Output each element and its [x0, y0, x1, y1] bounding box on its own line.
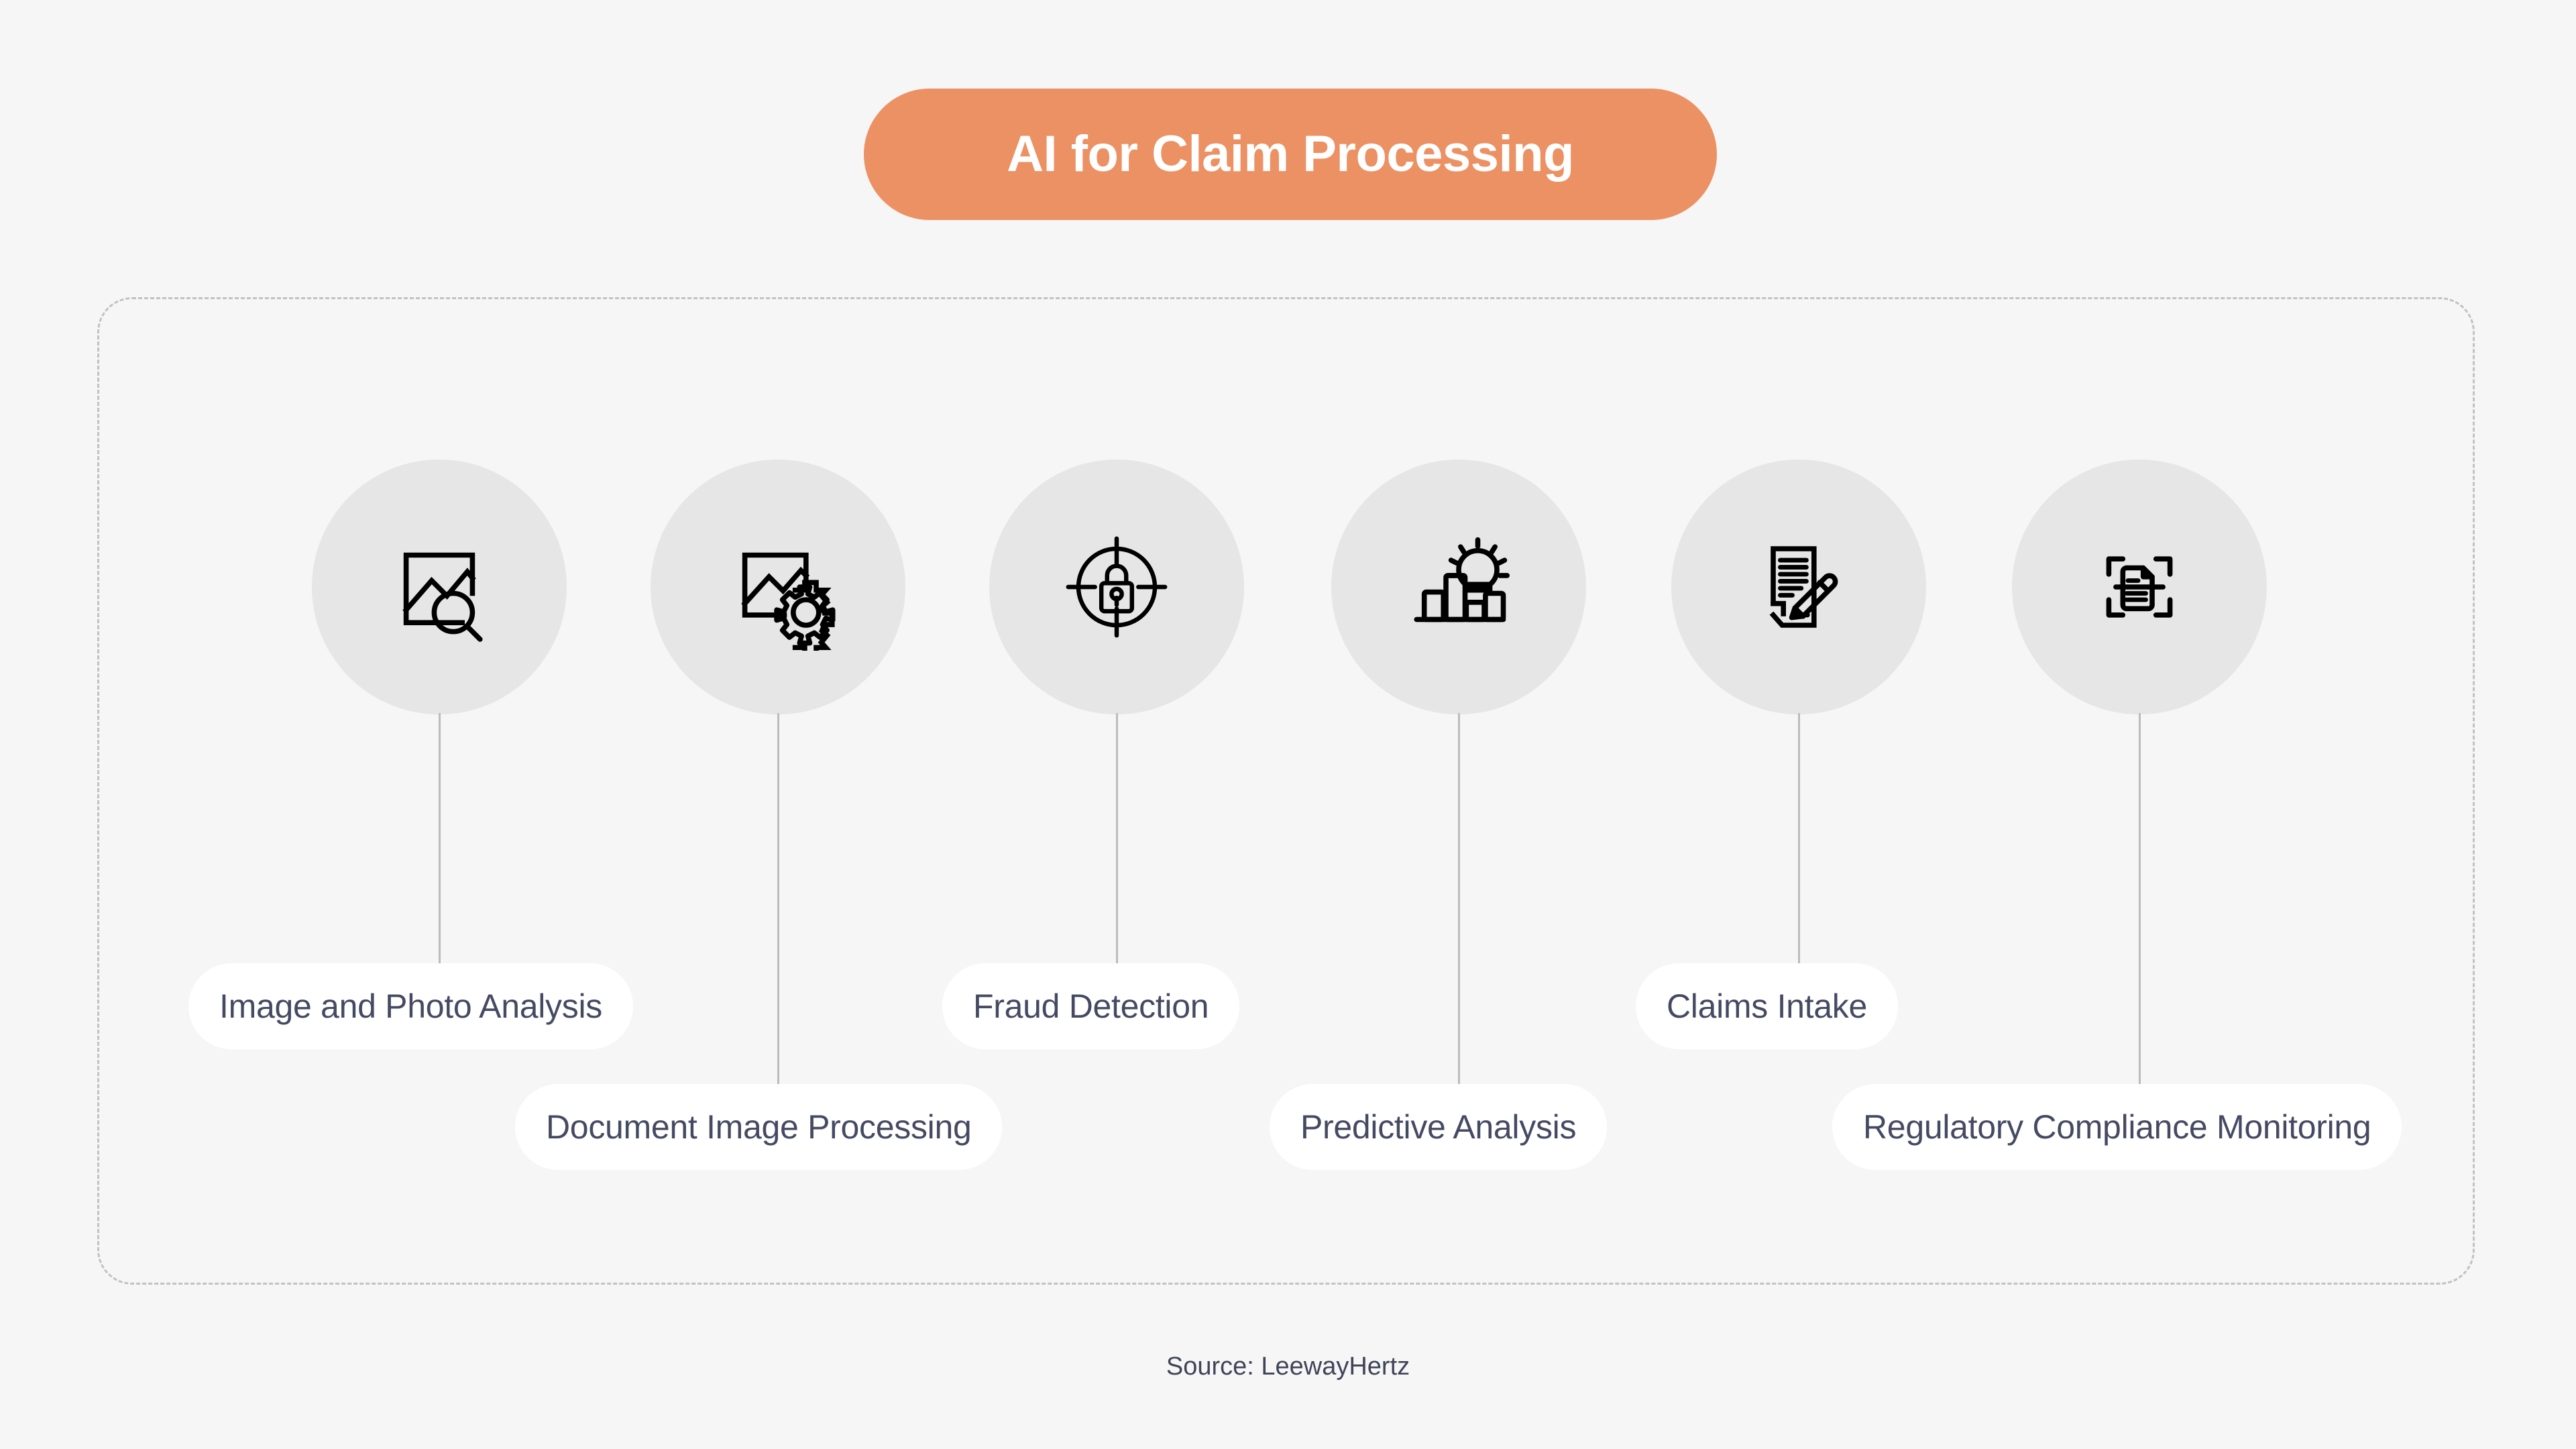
page-title: AI for Claim Processing	[1007, 125, 1574, 182]
image-search-icon	[402, 552, 483, 642]
node-label: Document Image Processing	[546, 1108, 972, 1146]
icon-circle-document-image-processing	[651, 460, 905, 714]
document-scan-icon	[2106, 556, 2173, 618]
icon-circle-fraud-detection	[989, 460, 1244, 714]
page-title-pill: AI for Claim Processing	[864, 89, 1717, 220]
label-pill-document-image-processing: Document Image Processing	[515, 1084, 1003, 1170]
label-pill-fraud-detection: Fraud Detection	[942, 963, 1240, 1049]
icon-circle-predictive-analysis	[1331, 460, 1586, 714]
node-label: Fraud Detection	[973, 987, 1209, 1025]
connector-fraud-detection	[1116, 713, 1118, 963]
label-pill-claims-intake: Claims Intake	[1636, 963, 1898, 1049]
node-label: Predictive Analysis	[1300, 1108, 1577, 1146]
connector-claims-intake	[1798, 713, 1800, 963]
icon-circle-claims-intake	[1671, 460, 1926, 714]
bar-chart-crystal-ball-icon	[1414, 537, 1510, 623]
label-pill-image-photo-analysis: Image and Photo Analysis	[188, 963, 633, 1049]
document-pencil-icon	[1769, 546, 1838, 628]
connector-predictive-analysis	[1458, 713, 1460, 1084]
image-gear-icon	[741, 552, 836, 651]
node-label: Image and Photo Analysis	[219, 987, 602, 1025]
label-pill-predictive-analysis: Predictive Analysis	[1270, 1084, 1608, 1170]
connector-image-photo-analysis	[439, 713, 441, 963]
node-label: Regulatory Compliance Monitoring	[1863, 1108, 2371, 1146]
icon-circle-regulatory-compliance-monitoring	[2012, 460, 2267, 714]
connector-document-image-processing	[777, 713, 779, 1084]
target-lock-icon	[1066, 536, 1168, 638]
label-pill-regulatory-compliance-monitoring: Regulatory Compliance Monitoring	[1832, 1084, 2402, 1170]
source-caption: Source: LeewayHertz	[1166, 1352, 1410, 1381]
icon-circle-image-photo-analysis	[312, 460, 567, 714]
node-label: Claims Intake	[1667, 987, 1867, 1025]
connector-regulatory-compliance-monitoring	[2139, 713, 2141, 1084]
